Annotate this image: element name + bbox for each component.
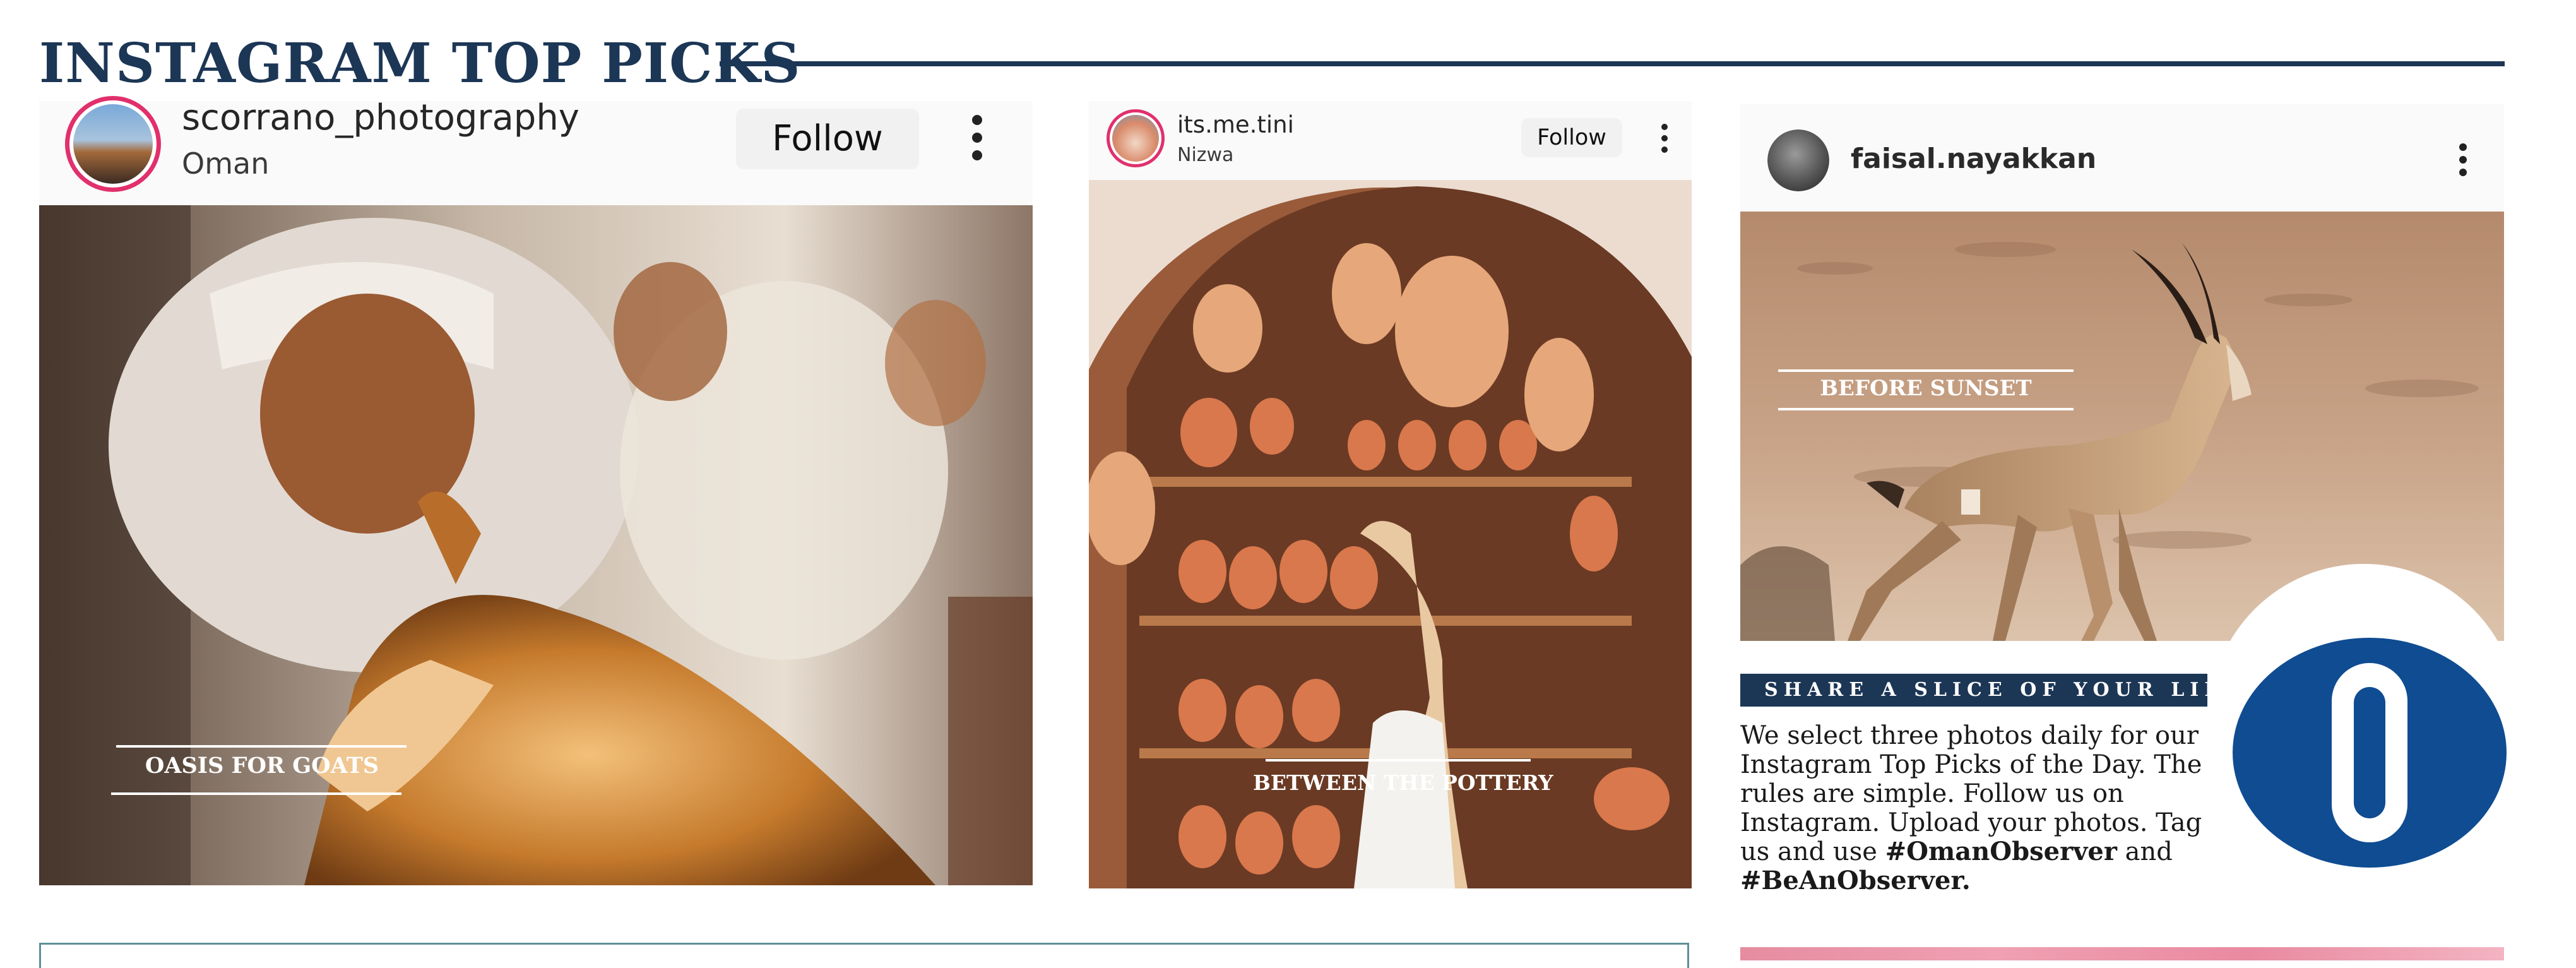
post-1-caption: OASIS FOR GOATS [145, 753, 379, 779]
next-section-box [39, 943, 1689, 968]
caption-rule-top [1266, 759, 1531, 762]
share-heading-bar: SHARE A SLICE OF YOUR LIFE [1740, 674, 2238, 707]
avatar-3[interactable] [1767, 129, 1829, 191]
post-1-username[interactable]: scorrano_photography [182, 97, 579, 138]
share-body-text: We select three photos daily for our Ins… [1740, 721, 2233, 895]
post-1-follow-button[interactable]: Follow [736, 109, 919, 169]
kebab-menu-icon[interactable] [2458, 143, 2468, 176]
post-2-caption: BETWEEN THE POTTERY [1253, 770, 1553, 795]
post-3-username[interactable]: faisal.nayakkan [1851, 143, 2096, 175]
post-1-location[interactable]: Oman [182, 146, 269, 181]
page-title: INSTAGRAM TOP PICKS [39, 32, 801, 95]
avatar-2[interactable] [1107, 109, 1165, 167]
share-and: and [2125, 837, 2173, 866]
post-2-location[interactable]: Nizwa [1177, 144, 1233, 166]
observer-logo-letter [2332, 663, 2407, 842]
post-3-caption: BEFORE SUNSET [1820, 376, 2032, 401]
next-photo-fragment [1740, 947, 2504, 960]
title-rule [720, 61, 2505, 66]
caption-rule-bottom [1778, 408, 2074, 410]
post-2-username[interactable]: its.me.tini [1177, 111, 1294, 138]
kebab-menu-icon[interactable] [970, 115, 985, 160]
caption-rule-bottom [111, 792, 401, 795]
caption-rule-top [1778, 369, 2074, 372]
post-2-follow-button[interactable]: Follow [1521, 118, 1622, 157]
post-1-photo [39, 205, 1033, 885]
avatar-1[interactable] [65, 96, 161, 192]
hashtag-be-an-observer: #BeAnObserver. [1740, 866, 1971, 895]
hashtag-oman-observer: #OmanObserver [1885, 837, 2117, 866]
observer-logo-disc [2233, 638, 2507, 868]
kebab-menu-icon[interactable] [1660, 124, 1669, 153]
caption-rule-top [116, 745, 407, 748]
